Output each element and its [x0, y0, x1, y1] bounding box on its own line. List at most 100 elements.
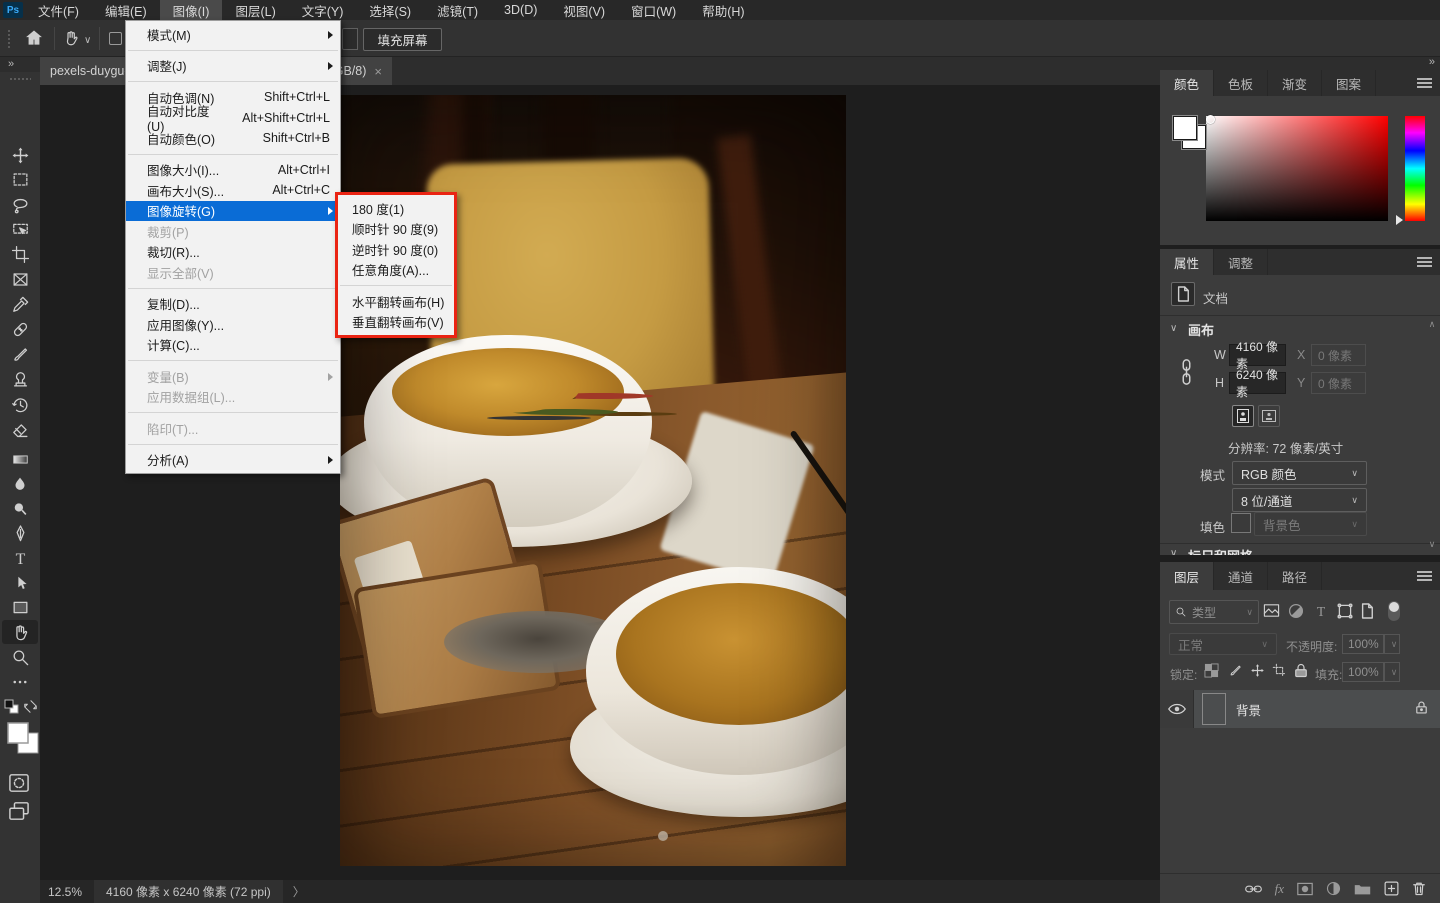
- lock-pixels-icon[interactable]: [1228, 663, 1243, 678]
- menu-item-auto-color[interactable]: 自动颜色(O)Shift+Ctrl+B: [126, 128, 340, 149]
- new-layer-icon[interactable]: [1384, 881, 1399, 896]
- menu-item-mode[interactable]: 模式(M): [126, 24, 340, 45]
- menu-3d[interactable]: 3D(D): [491, 0, 550, 20]
- layer-visibility-cell[interactable]: [1160, 690, 1194, 728]
- tab-gradients[interactable]: 渐变: [1268, 70, 1322, 96]
- menu-edit[interactable]: 编辑(E): [92, 0, 160, 20]
- menu-file[interactable]: 文件(F): [25, 0, 92, 20]
- tab-properties[interactable]: 属性: [1160, 249, 1214, 275]
- menu-filter[interactable]: 滤镜(T): [424, 0, 491, 20]
- eraser-tool[interactable]: [2, 418, 38, 442]
- filter-shape-layers-icon[interactable]: [1337, 603, 1353, 619]
- menu-item-image-size[interactable]: 图像大小(I)...Alt+Ctrl+I: [126, 160, 340, 181]
- scroll-up-icon[interactable]: ∧: [1426, 319, 1438, 330]
- color-picker-cursor[interactable]: [1206, 115, 1215, 124]
- rectangle-tool[interactable]: [2, 595, 38, 619]
- rectangular-marquee-tool[interactable]: [2, 167, 38, 191]
- menu-type[interactable]: 文字(Y): [289, 0, 357, 20]
- tab-channels[interactable]: 通道: [1214, 562, 1268, 590]
- foreground-color-swatch[interactable]: [1173, 116, 1197, 140]
- pen-tool[interactable]: [2, 521, 38, 545]
- toolbar-grip[interactable]: [9, 77, 31, 81]
- panel-menu-icon[interactable]: [1417, 257, 1432, 267]
- fit-screen-button-partial[interactable]: [342, 28, 358, 50]
- tab-adjustments[interactable]: 调整: [1214, 249, 1268, 275]
- home-icon[interactable]: [24, 28, 44, 51]
- move-tool[interactable]: [2, 143, 38, 167]
- panel-menu-icon[interactable]: [1417, 571, 1432, 581]
- tab-close-icon[interactable]: ×: [374, 64, 382, 79]
- menu-help[interactable]: 帮助(H): [689, 0, 757, 20]
- crop-tool[interactable]: [2, 242, 38, 266]
- fill-screen-button[interactable]: 填充屏幕: [363, 28, 442, 51]
- saturation-brightness-box[interactable]: [1206, 116, 1388, 221]
- gradient-tool[interactable]: [2, 447, 38, 471]
- lock-position-icon[interactable]: [1250, 663, 1265, 678]
- lock-all-icon[interactable]: [1294, 663, 1308, 678]
- hand-tool[interactable]: [2, 620, 38, 644]
- submenu-item-flip-horizontal[interactable]: 水平翻转画布(H): [338, 291, 454, 312]
- hue-strip[interactable]: [1405, 116, 1425, 221]
- menu-item-canvas-size[interactable]: 画布大小(S)...Alt+Ctrl+C: [126, 180, 340, 201]
- layer-row-background[interactable]: 背景: [1160, 690, 1440, 728]
- menu-item-adjustments[interactable]: 调整(J): [126, 56, 340, 77]
- canvas-section-chevron-icon[interactable]: ∨: [1170, 323, 1177, 334]
- submenu-item-90-ccw[interactable]: 逆时针 90 度(0): [338, 239, 454, 260]
- swap-colors-icon[interactable]: [23, 699, 38, 717]
- spot-healing-brush-tool[interactable]: [2, 317, 38, 341]
- dodge-tool[interactable]: [2, 497, 38, 521]
- menu-item-apply-image[interactable]: 应用图像(Y)...: [126, 314, 340, 335]
- layer-filter-dropdown[interactable]: 类型 ∨: [1169, 600, 1259, 624]
- submenu-item-flip-vertical[interactable]: 垂直翻转画布(V): [338, 312, 454, 333]
- tab-patterns[interactable]: 图案: [1322, 70, 1376, 96]
- menu-select[interactable]: 选择(S): [356, 0, 424, 20]
- color-mode-dropdown[interactable]: RGB 颜色∨: [1232, 461, 1367, 485]
- edit-toolbar-icon[interactable]: [2, 670, 38, 694]
- path-selection-tool[interactable]: [2, 571, 38, 595]
- fill-color-swatch[interactable]: [1231, 513, 1251, 533]
- menu-view[interactable]: 视图(V): [550, 0, 618, 20]
- filter-pixel-layers-icon[interactable]: [1263, 603, 1280, 618]
- lasso-tool[interactable]: [2, 193, 38, 217]
- status-caret-icon[interactable]: 〉: [293, 883, 305, 900]
- filter-toggle[interactable]: [1388, 601, 1400, 621]
- options-checkbox[interactable]: [109, 32, 122, 45]
- document-icon[interactable]: [1171, 282, 1195, 306]
- menu-image[interactable]: 图像(I): [160, 0, 223, 20]
- new-adjustment-layer-icon[interactable]: [1326, 881, 1341, 896]
- submenu-item-arbitrary[interactable]: 任意角度(A)...: [338, 260, 454, 281]
- link-layers-icon[interactable]: [1245, 883, 1262, 895]
- delete-layer-icon[interactable]: [1412, 881, 1426, 896]
- options-grip[interactable]: [7, 29, 11, 49]
- tab-layers[interactable]: 图层: [1160, 562, 1214, 590]
- rulers-section-chevron-icon[interactable]: ∨: [1170, 548, 1177, 555]
- eyedropper-tool[interactable]: [2, 292, 38, 316]
- menu-window[interactable]: 窗口(W): [618, 0, 689, 20]
- menu-item-auto-contrast[interactable]: 自动对比度(U)Alt+Shift+Ctrl+L: [126, 108, 340, 129]
- zoom-level[interactable]: 12.5%: [48, 885, 94, 899]
- menu-item-duplicate[interactable]: 复制(D)...: [126, 294, 340, 315]
- history-brush-tool[interactable]: [2, 392, 38, 416]
- layer-lock-icon[interactable]: [1415, 700, 1428, 718]
- scroll-down-icon[interactable]: ∨: [1426, 539, 1438, 550]
- hand-tool-option-icon[interactable]: [62, 29, 80, 50]
- link-dimensions-icon[interactable]: [1180, 359, 1193, 388]
- filter-smart-objects-icon[interactable]: [1360, 603, 1374, 619]
- object-selection-tool[interactable]: [2, 217, 38, 241]
- height-field[interactable]: 6240 像素: [1229, 372, 1286, 394]
- default-colors-icon[interactable]: [4, 699, 20, 718]
- tab-paths[interactable]: 路径: [1268, 562, 1322, 590]
- clone-stamp-tool[interactable]: [2, 367, 38, 391]
- submenu-item-90-cw[interactable]: 顺时针 90 度(9): [338, 219, 454, 240]
- tab-color[interactable]: 颜色: [1160, 70, 1214, 96]
- menu-item-analysis[interactable]: 分析(A): [126, 450, 340, 471]
- menu-item-trim[interactable]: 裁切(R)...: [126, 242, 340, 263]
- zoom-tool[interactable]: [2, 645, 38, 669]
- menu-item-image-rotation[interactable]: 图像旋转(G): [126, 201, 340, 222]
- filter-adjustment-layers-icon[interactable]: [1288, 603, 1304, 619]
- new-group-icon[interactable]: [1354, 882, 1371, 896]
- tab-swatches[interactable]: 色板: [1214, 70, 1268, 96]
- filter-type-layers-icon[interactable]: T: [1313, 603, 1329, 619]
- frame-tool[interactable]: [2, 267, 38, 291]
- hue-slider-icon[interactable]: [1396, 215, 1403, 225]
